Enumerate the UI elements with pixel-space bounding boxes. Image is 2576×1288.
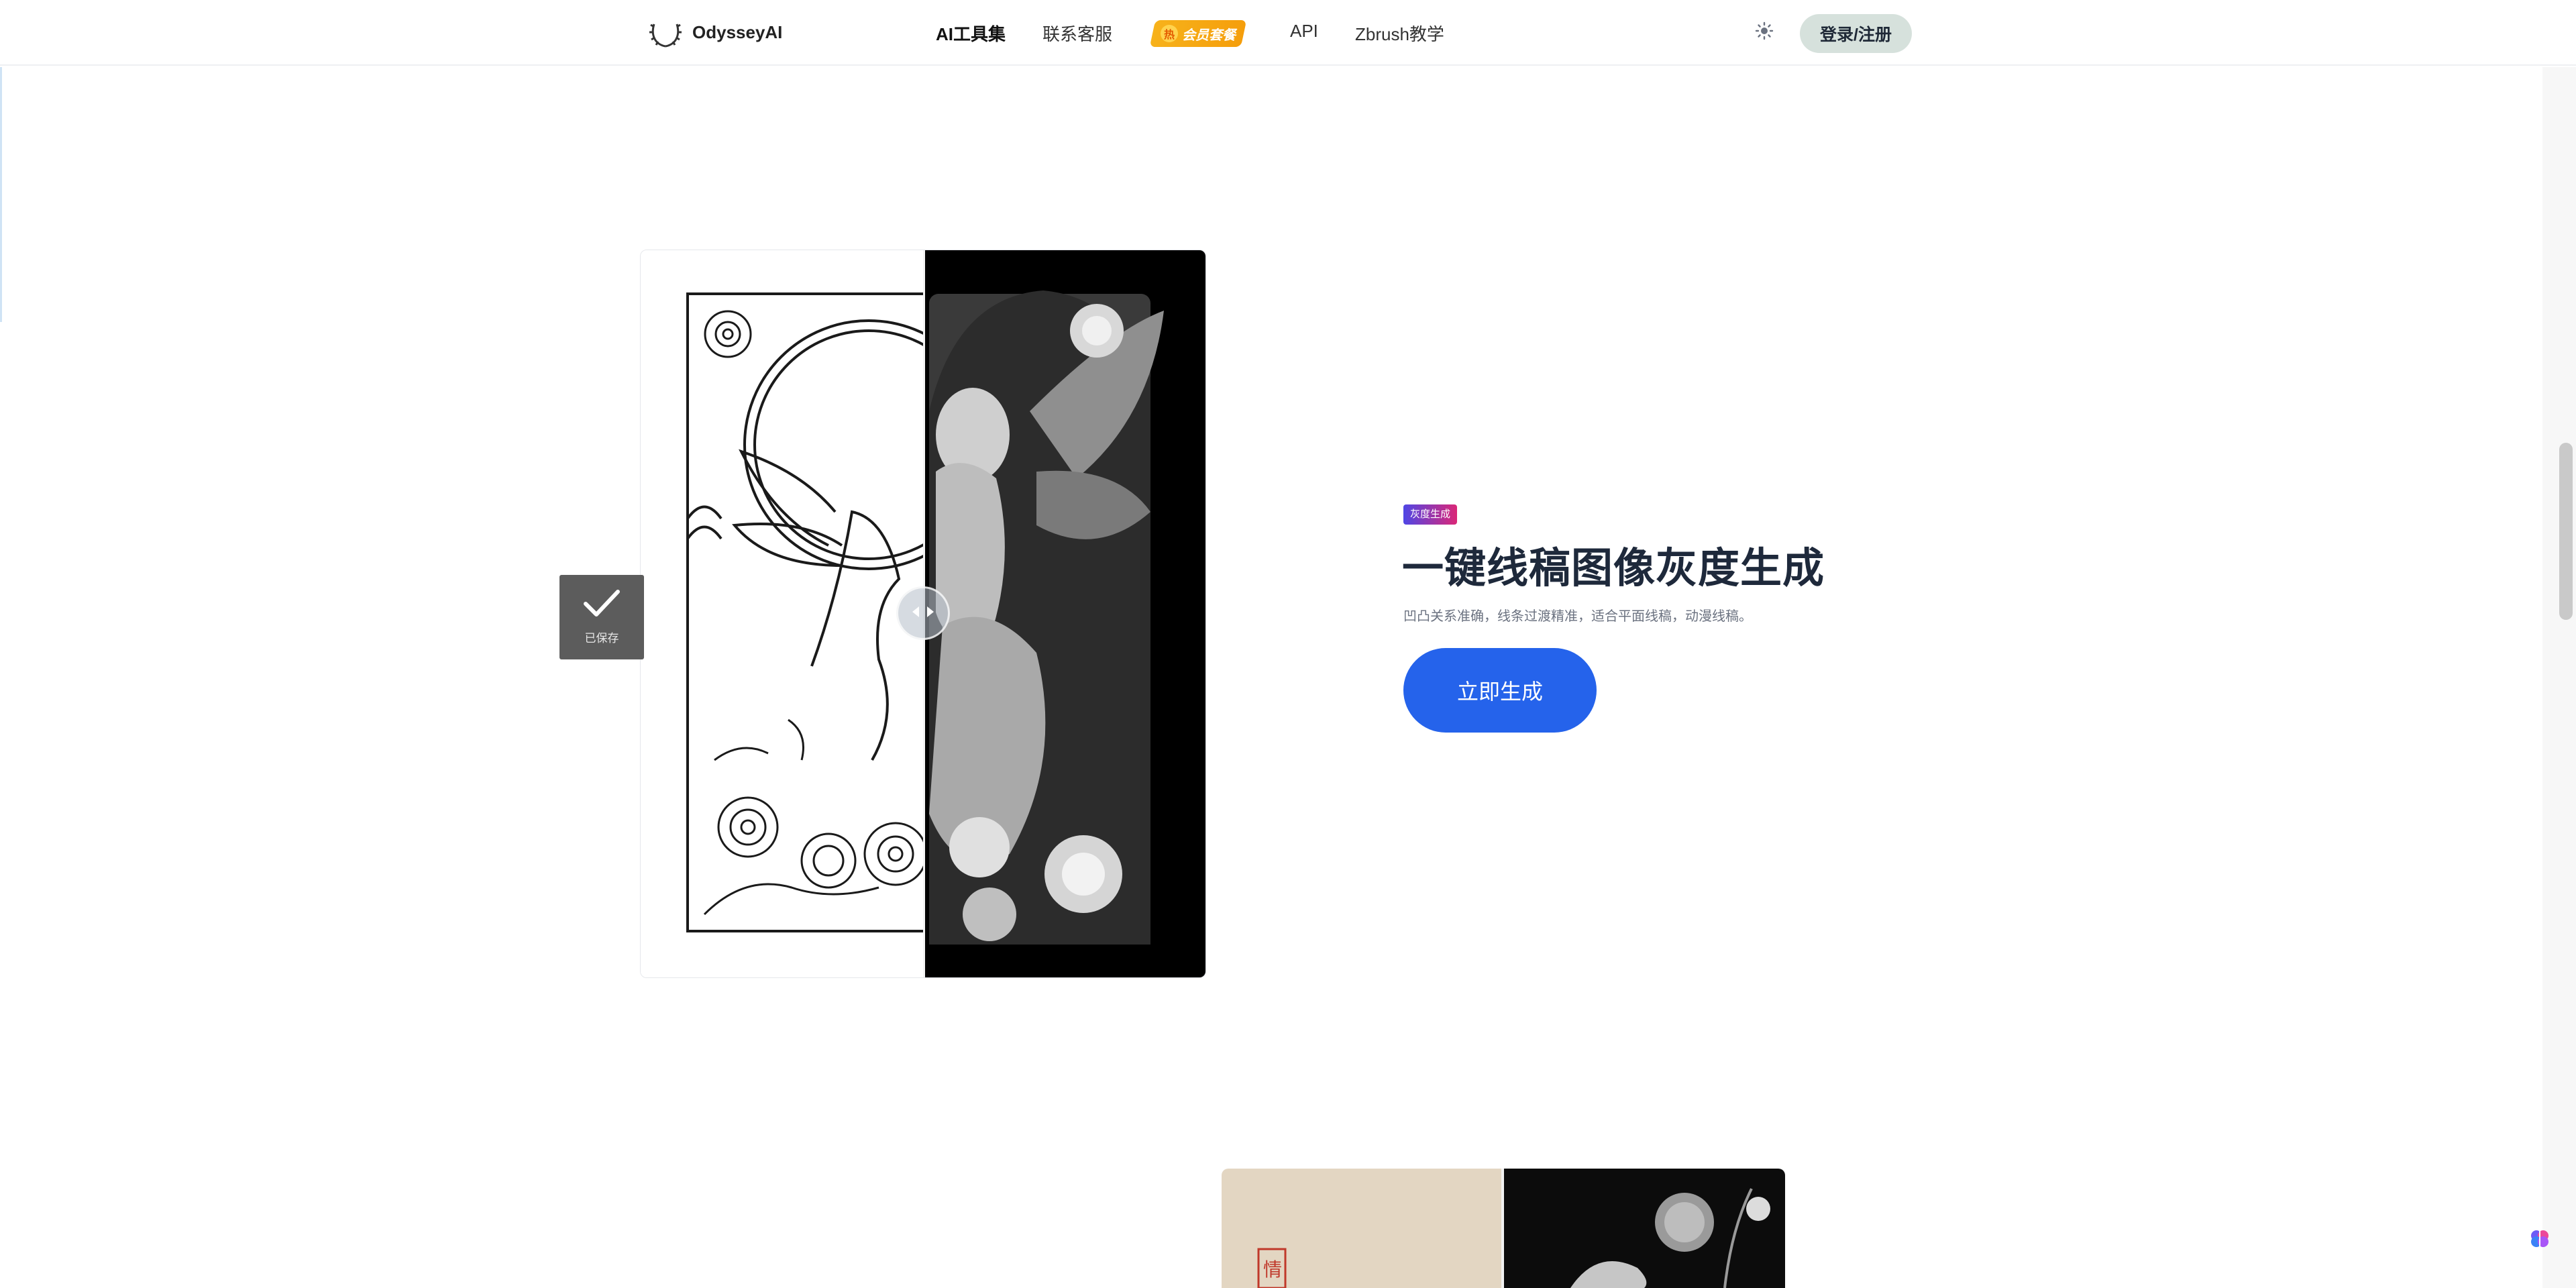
compare-slider-handle[interactable] bbox=[896, 586, 950, 640]
next-feature-compare: 情 bbox=[1222, 1169, 1785, 1288]
nav-item-ai-tools[interactable]: AI工具集 bbox=[936, 21, 1006, 46]
feature-description: 凹凸关系准确，线条过渡精准，适合平面线稿，动漫线稿。 bbox=[1403, 609, 1752, 624]
scrollbar-track[interactable] bbox=[2542, 67, 2576, 1288]
brain-icon[interactable] bbox=[2528, 1226, 2552, 1250]
split-arrows-icon bbox=[910, 604, 936, 623]
saved-label: 已保存 bbox=[584, 632, 619, 645]
brand-name: OdysseyAI bbox=[692, 21, 783, 42]
next-compare-image: 情 bbox=[1222, 1169, 1785, 1288]
theme-toggle[interactable] bbox=[1752, 20, 1776, 44]
left-edge-line bbox=[0, 67, 2, 322]
sun-icon bbox=[1755, 21, 1774, 44]
brand[interactable]: OdysseyAI bbox=[648, 15, 782, 50]
membership-label: 会员套餐 bbox=[1182, 28, 1236, 43]
saved-badge[interactable]: 已保存 bbox=[559, 575, 644, 659]
scrollbar-thumb[interactable] bbox=[2559, 443, 2573, 620]
generate-now-button[interactable]: 立即生成 bbox=[1403, 648, 1597, 733]
hot-icon: 热 bbox=[1161, 25, 1178, 42]
nav-item-support[interactable]: 联系客服 bbox=[1042, 21, 1112, 46]
nav-item-api[interactable]: API bbox=[1290, 21, 1318, 42]
feature-tag: 灰度生成 bbox=[1403, 504, 1458, 525]
nav-membership-badge[interactable]: 热 会员套餐 bbox=[1149, 20, 1247, 47]
seal-text: 情 bbox=[1263, 1258, 1282, 1281]
login-register-button[interactable]: 登录/注册 bbox=[1800, 14, 1912, 53]
feature-title: 一键线稿图像灰度生成 bbox=[1402, 545, 1825, 592]
nav-item-zbrush[interactable]: Zbrush教学 bbox=[1355, 21, 1444, 46]
top-navbar: OdysseyAI AI工具集 联系客服 热 会员套餐 API Zbrush教学… bbox=[0, 0, 2576, 66]
check-icon bbox=[583, 589, 621, 622]
laurel-logo-icon bbox=[648, 15, 683, 50]
